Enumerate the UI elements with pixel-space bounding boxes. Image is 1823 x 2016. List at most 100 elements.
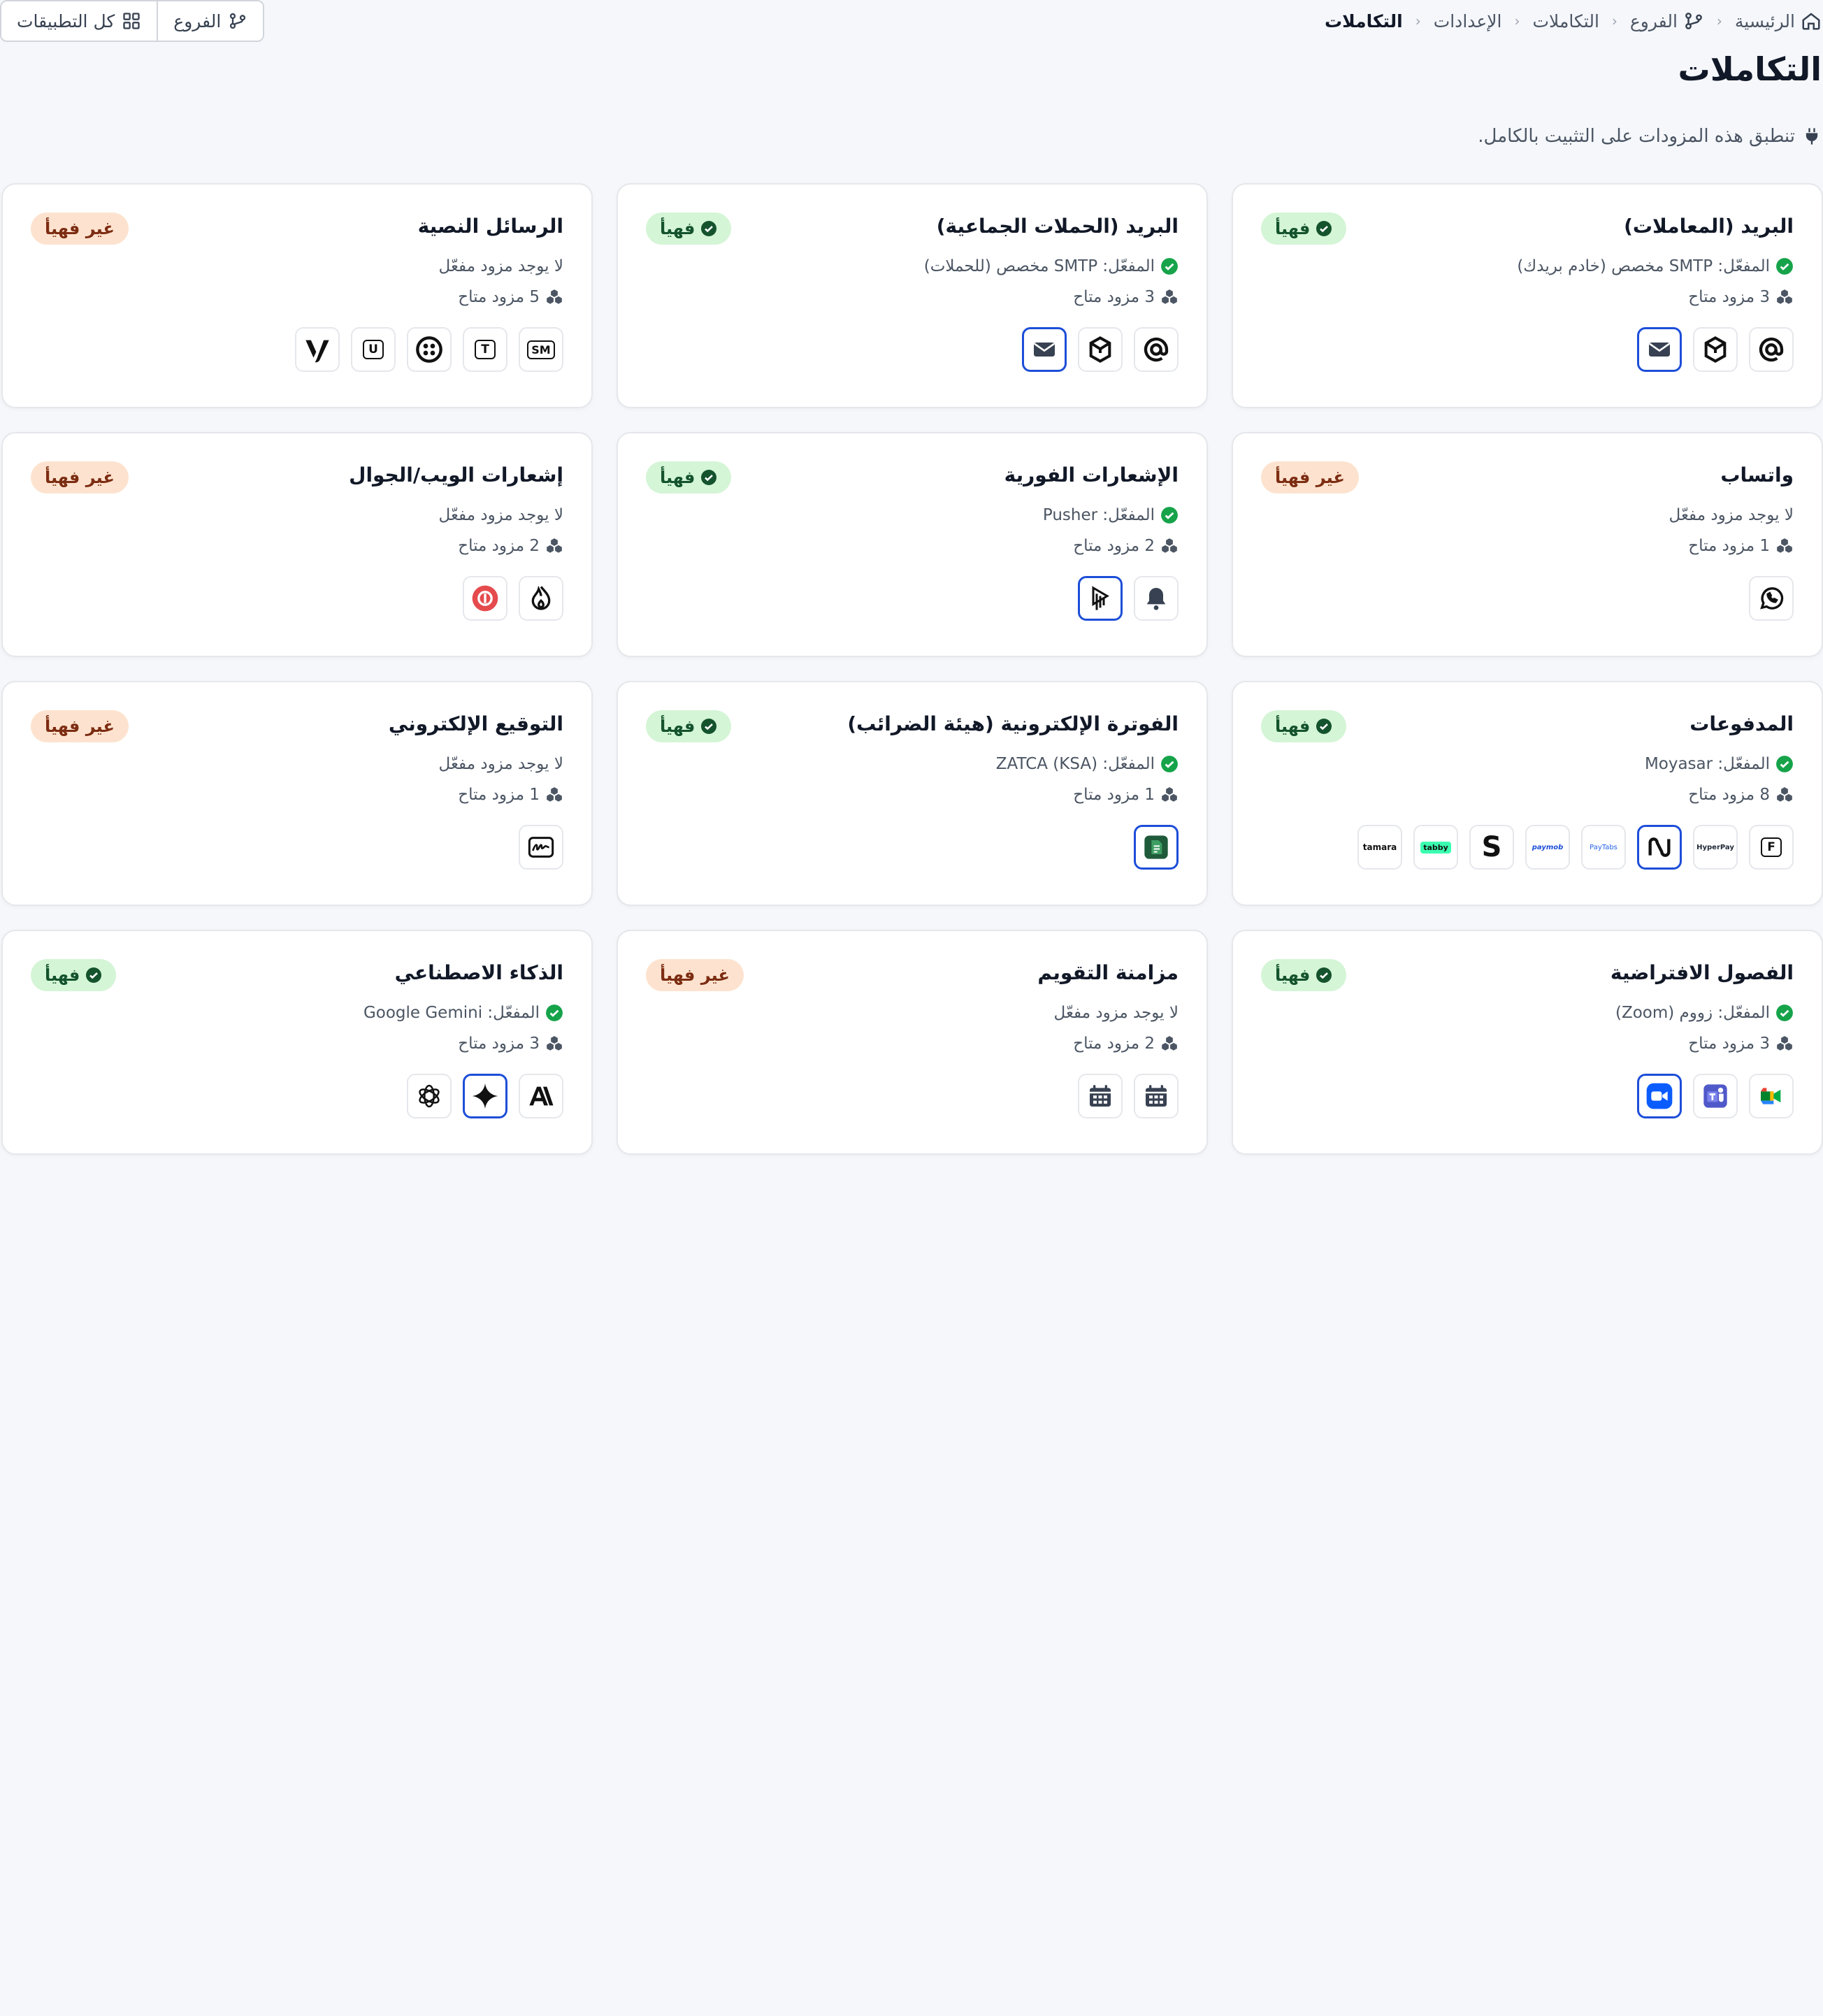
integration-card[interactable]: واتساب غير فهيأ لا يوجد مزود مفعّل 1 مزود م… (1232, 432, 1823, 657)
integration-card[interactable]: الإشعارات الفورية فهيأ المفعّل: Pusher 2 مز… (617, 432, 1208, 657)
breadcrumb-branches[interactable]: الفروع (1630, 10, 1704, 31)
provider-button[interactable] (1749, 327, 1794, 372)
integration-card[interactable]: الفوترة الإلكترونية (هيئة الضرائب) فهيأ ال… (617, 681, 1208, 906)
breadcrumb-label: الرئيسية (1734, 10, 1795, 31)
provider-button[interactable]: U (351, 327, 396, 372)
provider-button[interactable] (1637, 825, 1682, 870)
provider-list: SM T U (295, 327, 563, 372)
breadcrumb-home[interactable]: الرئيسية (1735, 10, 1822, 31)
zoom-icon (1645, 1082, 1673, 1110)
status-badge-label: فهيأ (1275, 965, 1311, 985)
provider-button[interactable]: PayTabs (1581, 825, 1626, 870)
provider-button[interactable] (1637, 1074, 1682, 1118)
at-sign-icon (1757, 336, 1785, 363)
check-circle-icon (1775, 1004, 1794, 1022)
provider-button[interactable]: S (1469, 825, 1514, 870)
status-badge: فهيأ (1261, 959, 1347, 991)
cubes-icon (1775, 1035, 1794, 1053)
available-providers-text: 3 مزود متاح (1688, 1035, 1770, 1053)
provider-button[interactable] (1134, 1074, 1179, 1118)
active-provider-line: لا يوجد مزود مفعّل (31, 252, 563, 281)
status-badge-label: غير فهيأ (45, 468, 115, 487)
cubes-icon (545, 537, 563, 555)
integration-card[interactable]: البريد (المعاملات) فهيأ المفعّل: SMTP مخصص… (1232, 183, 1823, 408)
cubes-icon (1160, 1035, 1179, 1053)
available-providers-line: 2 مزود متاح (31, 531, 563, 561)
provider-button[interactable]: tamara (1357, 825, 1402, 870)
provider-button[interactable] (519, 825, 563, 870)
provider-button[interactable] (463, 576, 507, 621)
provider-button[interactable] (1693, 327, 1738, 372)
envelope-icon (1645, 336, 1673, 363)
provider-button[interactable] (1078, 1074, 1123, 1118)
chevron-left-icon: ‹ (1611, 13, 1617, 29)
active-provider-text: المفعّل: Pusher (1042, 506, 1155, 524)
breadcrumb-label: التكاملات (1325, 10, 1403, 31)
cubes-icon (1160, 288, 1179, 306)
calendar-icon (1086, 1082, 1114, 1110)
provider-button[interactable] (1749, 576, 1794, 621)
status-badge-label: فهيأ (1275, 717, 1311, 736)
page-subtitle: تنطبق هذه المزودات على التثبيت بالكامل. (1478, 126, 1822, 147)
provider-button[interactable] (1022, 327, 1067, 372)
branches-button[interactable]: الفروع (157, 1, 264, 41)
plug-icon (1806, 128, 1818, 145)
breadcrumb-label: التكاملات (1532, 10, 1599, 31)
status-badge: فهيأ (1261, 710, 1347, 742)
provider-button[interactable]: F (1749, 825, 1794, 870)
integration-card[interactable]: البريد (الحملات الجماعية) فهيأ المفعّل: SM… (617, 183, 1208, 408)
integration-card[interactable]: المدفوعات فهيأ المفعّل: Moyasar 8 مزود متاح… (1232, 681, 1823, 906)
provider-button[interactable] (1637, 327, 1682, 372)
provider-button[interactable]: SM (519, 327, 563, 372)
provider-button[interactable] (1078, 327, 1123, 372)
provider-button[interactable] (407, 1074, 452, 1118)
check-circle-icon (85, 967, 102, 984)
available-providers-line: 1 مزود متاح (646, 780, 1179, 809)
provider-button[interactable]: tabby (1413, 825, 1458, 870)
provider-button[interactable] (407, 327, 452, 372)
status-badge: فهيأ (1261, 213, 1347, 245)
integration-card[interactable]: التوقيع الإلكتروني غير فهيأ لا يوجد مزود م… (1, 681, 593, 906)
status-badge-label: غير فهيأ (660, 965, 730, 985)
provider-button[interactable] (1749, 1074, 1794, 1118)
all-apps-button[interactable]: كل التطبيقات (1, 1, 157, 41)
provider-list (519, 825, 563, 870)
active-provider-text: المفعّل: Google Gemini (363, 1004, 540, 1022)
active-provider-text: المفعّل: ZATCA (KSA) (995, 755, 1155, 773)
provider-button[interactable] (1134, 327, 1179, 372)
provider-button[interactable] (1134, 576, 1179, 621)
cubes-icon (1775, 288, 1794, 306)
integration-card[interactable]: الرسائل النصية غير فهيأ لا يوجد مزود مفعّل… (1, 183, 593, 408)
status-badge-label: فهيأ (660, 717, 696, 736)
provider-button[interactable]: paymob (1525, 825, 1570, 870)
provider-button[interactable]: HyperPay (1693, 825, 1738, 870)
available-providers-line: 1 مزود متاح (31, 780, 563, 809)
provider-button[interactable] (1134, 825, 1179, 870)
available-providers-text: 3 مزود متاح (1073, 288, 1155, 306)
provider-button[interactable] (1078, 576, 1123, 621)
breadcrumb-integrations[interactable]: التكاملات (1533, 11, 1599, 31)
integration-card[interactable]: الذكاء الاصطناعي فهيأ المفعّل: Google Gemi… (1, 930, 593, 1155)
available-providers-text: 8 مزود متاح (1688, 786, 1770, 804)
provider-list: F HyperPay PayTabs paymob Stabby tamara (1357, 825, 1794, 870)
provider-button[interactable] (295, 327, 340, 372)
breadcrumb-settings[interactable]: الإعدادات (1434, 11, 1502, 31)
integration-card[interactable]: مزامنة التقويم غير فهيأ لا يوجد مزود مفعّل… (617, 930, 1208, 1155)
breadcrumb-label: الفروع (1629, 10, 1678, 31)
t-logo-icon: T (475, 340, 496, 359)
cubes-icon (1775, 786, 1794, 804)
integration-card[interactable]: الفصول الافتراضية فهيأ المفعّل: زووم (Zoom… (1232, 930, 1823, 1155)
provider-button[interactable] (463, 1074, 507, 1118)
provider-button[interactable] (519, 576, 563, 621)
mailbox-icon (1086, 336, 1114, 363)
provider-button[interactable]: T (463, 327, 507, 372)
provider-button[interactable] (519, 1074, 563, 1118)
top-bar: الرئيسية ‹ الفروع ‹ التكاملات ‹ الإعدادا… (0, 0, 1823, 42)
active-provider-line: لا يوجد مزود مفعّل (646, 998, 1179, 1028)
status-badge: فهيأ (31, 959, 117, 991)
integration-card[interactable]: إشعارات الويب/الجوال غير فهيأ لا يوجد مزود… (1, 432, 593, 657)
check-circle-icon (1160, 257, 1179, 275)
sm-logo-icon: SM (527, 340, 555, 359)
home-icon (1802, 13, 1820, 30)
provider-button[interactable] (1693, 1074, 1738, 1118)
